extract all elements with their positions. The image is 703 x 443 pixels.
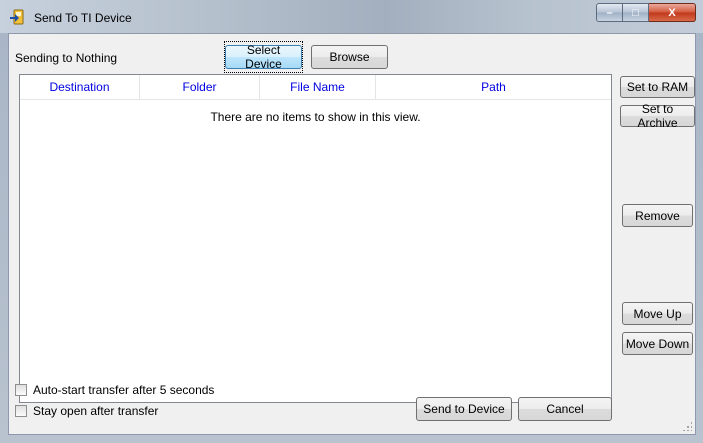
window-controls: – □ X: [596, 3, 696, 23]
list-header: Destination Folder File Name Path: [20, 75, 611, 100]
close-icon: X: [668, 6, 676, 19]
browse-button[interactable]: Browse: [311, 45, 388, 69]
minimize-button[interactable]: –: [596, 3, 623, 22]
auto-start-checkbox[interactable]: [15, 384, 27, 396]
select-device-button[interactable]: Select Device: [224, 41, 303, 73]
select-device-label: Select Device: [224, 41, 303, 73]
transfer-list-view[interactable]: Destination Folder File Name Path There …: [19, 74, 612, 403]
move-up-button[interactable]: Move Up: [622, 302, 693, 325]
window-title: Send To TI Device: [34, 11, 132, 25]
close-button[interactable]: X: [649, 3, 696, 22]
dialog-body: Sending to Nothing Select Device Browse …: [8, 33, 696, 435]
resize-grip-icon[interactable]: [682, 421, 692, 431]
move-down-button[interactable]: Move Down: [622, 332, 693, 355]
empty-list-message: There are no items to show in this view.: [210, 110, 421, 124]
remove-label: Remove: [635, 208, 680, 223]
send-to-device-label: Send to Device: [423, 402, 505, 416]
title-bar[interactable]: Send To TI Device – □ X: [0, 0, 703, 33]
send-to-ti-device-window: Send To TI Device – □ X Sending to Nothi…: [0, 0, 703, 443]
set-to-archive-button[interactable]: Set to Archive: [620, 102, 695, 130]
browse-label: Browse: [329, 50, 370, 64]
ti-transfer-icon: [9, 9, 25, 25]
set-to-ram-label: Set to RAM: [626, 80, 689, 94]
column-header-folder[interactable]: Folder: [140, 75, 260, 99]
move-up-label: Move Up: [633, 306, 682, 321]
set-to-archive-label: Set to Archive: [637, 102, 678, 130]
minimize-icon: –: [606, 6, 613, 19]
maximize-icon: □: [632, 6, 639, 19]
auto-start-option[interactable]: Auto-start transfer after 5 seconds: [15, 383, 214, 397]
sending-status-label: Sending to Nothing: [15, 51, 118, 65]
remove-button[interactable]: Remove: [622, 204, 693, 227]
column-header-path[interactable]: Path: [376, 75, 611, 99]
stay-open-checkbox[interactable]: [15, 405, 27, 417]
cancel-label: Cancel: [546, 402, 584, 416]
cancel-button[interactable]: Cancel: [518, 397, 612, 421]
send-to-device-button[interactable]: Send to Device: [416, 397, 512, 421]
move-down-label: Move Down: [625, 336, 690, 351]
column-header-file-name[interactable]: File Name: [260, 75, 376, 99]
maximize-button[interactable]: □: [623, 3, 649, 22]
set-to-ram-button[interactable]: Set to RAM: [620, 76, 695, 98]
column-header-destination[interactable]: Destination: [20, 75, 140, 99]
stay-open-label: Stay open after transfer: [33, 404, 159, 418]
auto-start-label: Auto-start transfer after 5 seconds: [33, 383, 215, 397]
stay-open-option[interactable]: Stay open after transfer: [15, 404, 158, 418]
